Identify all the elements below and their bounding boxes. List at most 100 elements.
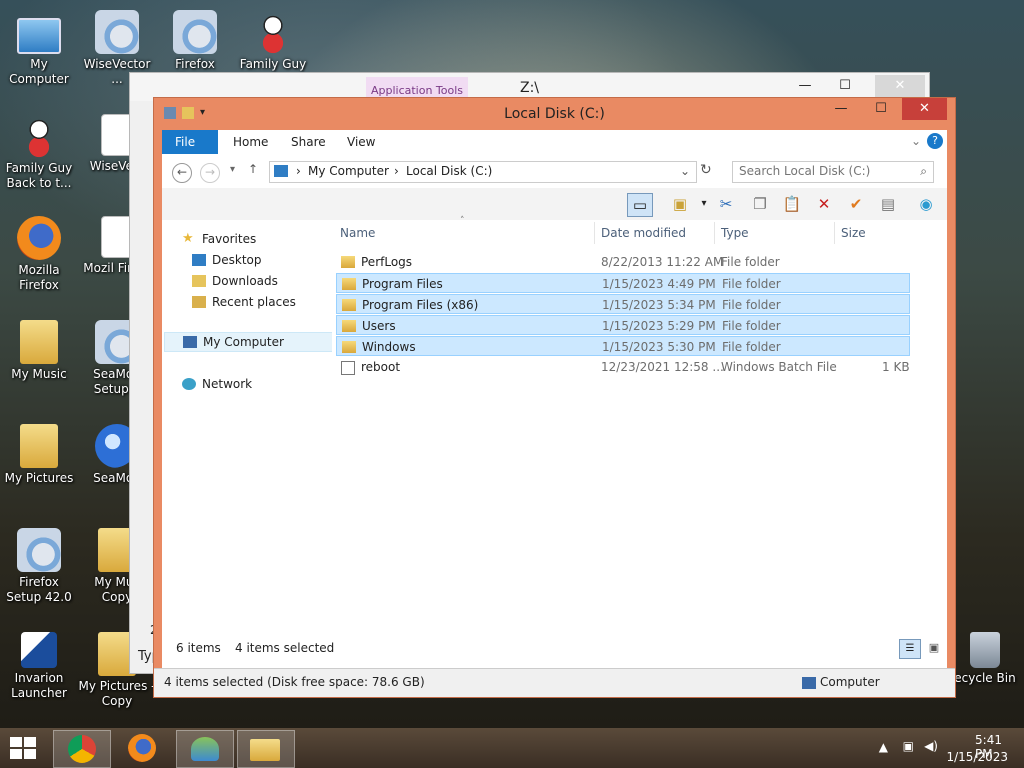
- file-row-users[interactable]: Users 1/15/2023 5:29 PM File folder: [336, 315, 910, 335]
- breadcrumb-local-disk[interactable]: Local Disk (C:): [406, 164, 492, 178]
- tab-share[interactable]: Share: [278, 130, 339, 154]
- cut-icon[interactable]: ✂: [714, 193, 738, 215]
- rename-icon[interactable]: ▤: [876, 193, 900, 215]
- properties-icon[interactable]: ▣: [668, 193, 692, 215]
- file-row-windows[interactable]: Windows 1/15/2023 5:30 PM File folder: [336, 336, 910, 356]
- downloads-icon: [192, 275, 206, 287]
- breadcrumb-my-computer[interactable]: My Computer: [308, 164, 389, 178]
- up-arrow-icon[interactable]: ↑: [248, 162, 258, 176]
- address-dropdown-icon[interactable]: ⌄: [680, 164, 690, 178]
- command-toolbar: ▭ ▣ ▾ ✂ ❐ 📋 ✕ ✔ ▤ ◉: [162, 188, 947, 220]
- globe-icon[interactable]: ◉: [914, 193, 938, 215]
- desktop-icon-family-guy[interactable]: Family Guy: [234, 10, 312, 72]
- file-row-program-files-x86[interactable]: Program Files (x86) 1/15/2023 5:34 PM Fi…: [336, 294, 910, 314]
- status-bar: 6 items 4 items selected ☰ ▣: [162, 637, 947, 661]
- forward-button[interactable]: →: [200, 163, 220, 183]
- tab-view[interactable]: View: [334, 130, 388, 154]
- search-icon[interactable]: ⌕: [920, 164, 927, 179]
- desktop-icon-mozilla-firefox[interactable]: Mozilla Firefox: [0, 216, 78, 293]
- taskbar-users-app[interactable]: [176, 730, 234, 768]
- file-type: Windows Batch File: [721, 360, 837, 374]
- expand-ribbon-icon[interactable]: ⌄: [911, 134, 921, 148]
- sort-arrow-icon: ˄: [460, 216, 465, 226]
- back-button[interactable]: ←: [172, 163, 192, 183]
- recent-places-icon: [192, 296, 206, 308]
- volume-icon[interactable]: ◀): [924, 739, 938, 753]
- tab-home[interactable]: Home: [220, 130, 281, 154]
- nav-network[interactable]: Network: [182, 375, 252, 393]
- nav-network-label: Network: [202, 377, 253, 391]
- desktop-icon-my-pictures[interactable]: My Pictures: [0, 424, 78, 486]
- paste-icon[interactable]: 📋: [780, 193, 804, 215]
- help-icon[interactable]: ?: [927, 133, 943, 149]
- file-date: 12/23/2021 12:58 ...: [601, 360, 724, 374]
- folder-icon: [342, 341, 356, 353]
- column-name[interactable]: Name: [340, 222, 375, 244]
- check-icon[interactable]: ✔: [844, 193, 868, 215]
- desktop-icon-firefox-setup-42[interactable]: Firefox Setup 42.0: [0, 528, 78, 605]
- preview-pane-icon[interactable]: ▭: [627, 193, 653, 217]
- desktop-icon-label: Family Guy: [239, 57, 307, 71]
- file-type: File folder: [722, 319, 781, 333]
- file-row-program-files[interactable]: Program Files 1/15/2023 4:49 PM File fol…: [336, 273, 910, 293]
- nav-favorites[interactable]: ★ Favorites: [182, 230, 256, 248]
- minimize-button[interactable]: —: [823, 98, 859, 120]
- nav-my-computer[interactable]: My Computer: [164, 332, 334, 352]
- show-hidden-icons-icon[interactable]: ▲: [879, 740, 888, 754]
- search-box[interactable]: ⌕: [732, 161, 934, 183]
- chevron-down-icon[interactable]: ▾: [692, 193, 716, 215]
- desktop-icon-my-music[interactable]: My Music: [0, 320, 78, 382]
- file-row-perflogs[interactable]: PerfLogs 8/22/2013 11:22 AM File folder: [336, 252, 910, 272]
- nav-desktop[interactable]: Desktop: [192, 251, 262, 269]
- details-view-icon[interactable]: ☰: [899, 639, 921, 659]
- desktop-icon-invarion-launcher[interactable]: Invarion Launcher: [0, 632, 78, 701]
- breadcrumb-separator-icon: ›: [394, 164, 399, 178]
- tab-file[interactable]: File: [162, 130, 218, 154]
- desktop-icon-label: My Music: [11, 367, 67, 381]
- file-name: Program Files: [362, 277, 443, 291]
- desktop-icon-family-guy-back[interactable]: Family Guy Back to t...: [0, 114, 78, 191]
- desktop-icon-label: My Computer: [9, 57, 69, 86]
- column-date-modified[interactable]: Date modified: [601, 222, 686, 244]
- start-button[interactable]: [10, 737, 38, 759]
- nav-recent-places[interactable]: Recent places: [192, 293, 296, 311]
- chrome-icon: [68, 735, 96, 763]
- clock-date[interactable]: 1/15/2023: [946, 750, 1008, 764]
- desktop-icon: [192, 254, 206, 266]
- nav-recent-places-label: Recent places: [212, 295, 296, 309]
- back-close-button[interactable]: ✕: [875, 75, 925, 97]
- refresh-icon[interactable]: ↻: [700, 162, 712, 178]
- nav-downloads[interactable]: Downloads: [192, 272, 278, 290]
- back-maximize-button[interactable]: ☐: [827, 75, 863, 97]
- computer-icon: [802, 677, 816, 689]
- recent-locations-icon[interactable]: ▾: [230, 164, 235, 175]
- windows-logo-icon: [10, 737, 22, 747]
- taskbar-firefox[interactable]: [114, 730, 170, 766]
- recycle-bin-icon: [970, 632, 1000, 668]
- column-type[interactable]: Type: [721, 222, 749, 244]
- network-icon[interactable]: ▣: [903, 739, 914, 753]
- family-guy-icon: [251, 10, 295, 54]
- maximize-button[interactable]: ☐: [863, 98, 899, 120]
- search-input[interactable]: [733, 162, 915, 180]
- column-size[interactable]: Size: [841, 222, 866, 244]
- address-bar[interactable]: › My Computer › Local Disk (C:) ⌄: [269, 161, 697, 183]
- file-name: PerfLogs: [361, 255, 413, 269]
- taskbar-file-explorer[interactable]: [237, 730, 295, 768]
- copy-icon[interactable]: ❐: [748, 193, 772, 215]
- desktop-icon-label: My Pictures: [4, 471, 74, 485]
- desktop-icon-label: My Pictures - Copy: [78, 679, 156, 708]
- desktop-icon-my-computer[interactable]: My Computer: [0, 10, 78, 87]
- window-titlebar[interactable]: ▾ Local Disk (C:) — ☐ ✕: [154, 98, 955, 130]
- firefox-icon: [128, 734, 156, 762]
- back-minimize-button[interactable]: —: [787, 75, 823, 97]
- delete-icon[interactable]: ✕: [812, 193, 836, 215]
- desktop-icon-recycle-bin[interactable]: ecycle Bin: [946, 632, 1024, 686]
- file-date: 1/15/2023 5:34 PM: [602, 298, 716, 312]
- close-button[interactable]: ✕: [902, 98, 947, 120]
- setup-icon: [173, 10, 217, 54]
- large-icons-view-icon[interactable]: ▣: [925, 639, 943, 657]
- explorer-window[interactable]: ▾ Local Disk (C:) — ☐ ✕ File Home Share …: [153, 97, 956, 698]
- taskbar-chrome[interactable]: [53, 730, 111, 768]
- file-row-reboot[interactable]: reboot 12/23/2021 12:58 ... Windows Batc…: [336, 357, 910, 377]
